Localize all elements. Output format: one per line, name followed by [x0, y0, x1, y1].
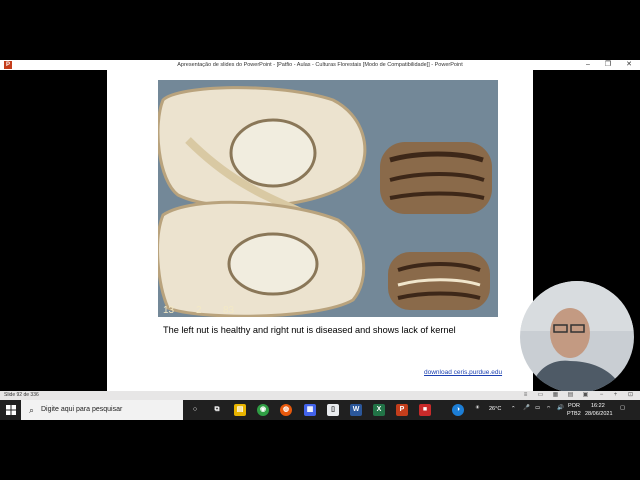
slide-caption: The left nut is healthy and right nut is… — [163, 325, 456, 335]
status-bar: Slide 92 de 336 ≡ ▭ ▦ ▤ ▣ − + ⊡ — [0, 391, 640, 400]
slide-counter: Slide 92 de 336 — [4, 392, 39, 398]
task-view-icon[interactable]: ⧉ — [211, 404, 223, 416]
calculator-icon[interactable]: ▦ — [304, 404, 316, 416]
slideshow-view-icon[interactable]: ▣ — [582, 392, 589, 399]
media-app-icon[interactable]: ■ — [419, 404, 431, 416]
word-icon[interactable]: W — [350, 404, 362, 416]
window-titlebar: P Apresentação de slides do PowerPoint -… — [0, 60, 640, 70]
notes-icon[interactable]: ≡ — [522, 392, 529, 399]
zoom-out-icon[interactable]: − — [598, 392, 605, 399]
source-link[interactable]: download ceris.purdue.edu — [424, 369, 502, 376]
fit-slide-icon[interactable]: ⊡ — [627, 392, 634, 399]
firefox-icon[interactable]: ◍ — [280, 404, 292, 416]
cortana-icon[interactable]: ○ — [189, 404, 201, 416]
close-button[interactable]: ✕ — [619, 60, 639, 70]
notepad-icon[interactable]: ▯ — [327, 404, 339, 416]
webcam-overlay — [520, 281, 634, 393]
nut-photo-svg: 13 2 83 — [158, 80, 498, 317]
excel-icon[interactable]: X — [373, 404, 385, 416]
photo-stamp-2: 2 — [196, 305, 202, 316]
zoom-in-icon[interactable]: + — [612, 392, 619, 399]
search-placeholder: Digite aqui para pesquisar — [41, 406, 123, 413]
taskbar-search-box[interactable]: ⌕ Digite aqui para pesquisar — [21, 400, 183, 420]
minimize-button[interactable]: – — [578, 60, 598, 70]
reading-view-icon[interactable]: ▤ — [567, 392, 574, 399]
mixed-app-icon[interactable]: ◑ — [452, 404, 464, 416]
nut-cross-section-photo: 13 2 83 — [158, 80, 498, 317]
window-title: Apresentação de slides do PowerPoint - [… — [177, 62, 463, 68]
photo-stamp-1: 13 — [163, 305, 175, 316]
slide-sorter-icon[interactable]: ▦ — [552, 392, 559, 399]
presenter-video-svg — [520, 281, 634, 393]
restore-button[interactable]: ❐ — [598, 60, 618, 70]
powerpoint-icon[interactable]: P — [396, 404, 408, 416]
chrome-icon[interactable]: ◉ — [257, 404, 269, 416]
letterbox-bottom — [0, 420, 640, 480]
photo-stamp-3: 83 — [223, 305, 235, 316]
file-explorer-icon[interactable]: ▤ — [234, 404, 246, 416]
search-icon: ⌕ — [29, 405, 35, 415]
normal-view-icon[interactable]: ▭ — [537, 392, 544, 399]
windows-start-icon[interactable] — [6, 405, 16, 415]
